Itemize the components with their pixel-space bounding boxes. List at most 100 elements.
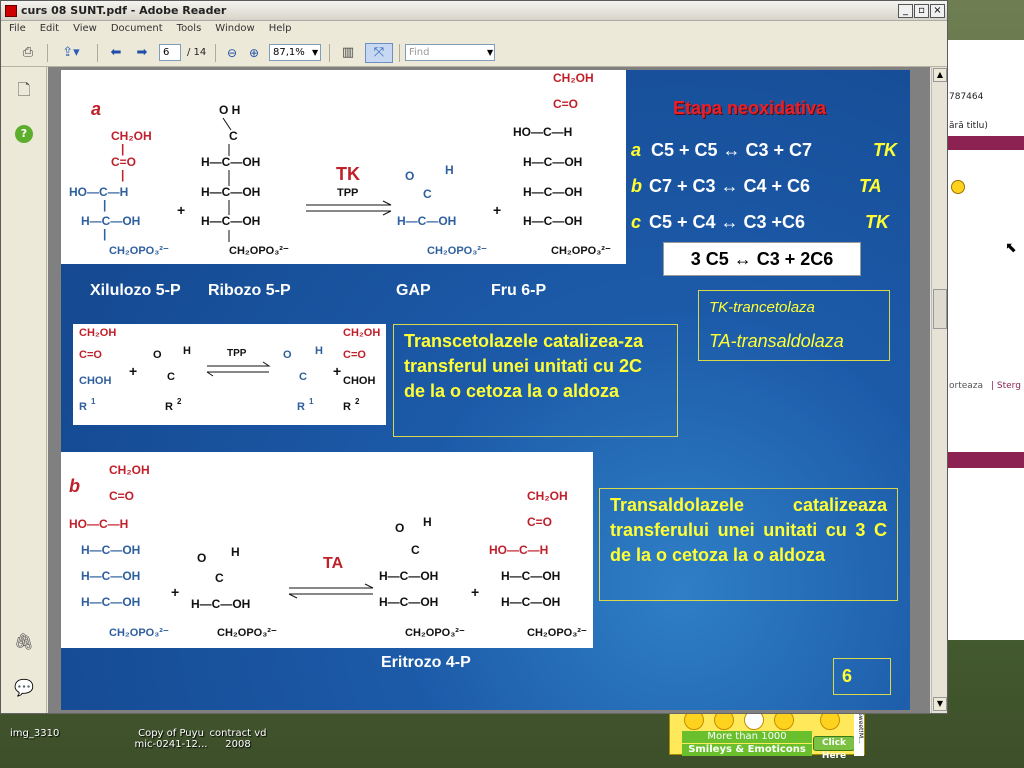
svg-text:H—C—OH: H—C—OH	[81, 543, 140, 557]
zoom-in-icon[interactable]: ⊕	[245, 43, 263, 63]
general-tk-diagram: CH₂OH C=O CHOH R 1 + O H C R 2 TPP O H C R…	[79, 327, 380, 413]
svg-text:H: H	[183, 345, 191, 357]
svg-text:C: C	[299, 371, 307, 383]
equation-enzyme: TA	[859, 176, 882, 196]
svg-text:C: C	[411, 543, 420, 557]
abbrev-tk: TK-trancetolaza	[709, 299, 815, 316]
desktop-icon-contract[interactable]: contract vd 2008	[208, 728, 268, 750]
page-number-box: 6	[833, 658, 891, 695]
menu-window[interactable]: Window	[207, 21, 260, 34]
svg-text:H—C—OH: H—C—OH	[523, 185, 582, 199]
panel-letter-a: a	[91, 99, 101, 119]
svg-text:C=O: C=O	[111, 155, 136, 169]
fit-page-icon[interactable]: ⤧	[365, 43, 393, 63]
choh-label: CHOH	[79, 375, 111, 387]
enzyme-ta-label: TA	[323, 555, 344, 572]
scroll-down-icon[interactable]: ▼	[933, 697, 947, 711]
fit-width-icon[interactable]: ▥	[337, 43, 359, 63]
zoom-out-icon[interactable]: ⊖	[223, 43, 241, 63]
window-title: curs 08 SUNT.pdf - Adobe Reader	[21, 4, 227, 17]
svg-text:O H: O H	[219, 103, 240, 117]
bg-header-strip	[947, 136, 1024, 150]
svg-text:2: 2	[355, 397, 360, 406]
scrollbar-thumb[interactable]	[933, 289, 947, 329]
toolbar-separator	[329, 44, 330, 62]
desktop-icon-copy-of-puyu[interactable]: Copy of Puyu mic-0241-12...	[132, 728, 210, 750]
svg-text:C: C	[423, 187, 432, 201]
svg-text:C: C	[229, 129, 238, 143]
smileys-ad-banner[interactable]: More than 1000 Smileys & Emoticons Click…	[669, 710, 865, 761]
svg-text:HO—C—H: HO—C—H	[69, 185, 128, 199]
svg-text:H—C—OH: H—C—OH	[379, 595, 438, 609]
svg-text:H: H	[231, 545, 240, 559]
ad-line-1: More than 1000	[682, 731, 812, 743]
svg-text:CH₂OPO₃²⁻: CH₂OPO₃²⁻	[217, 627, 277, 639]
restore-button[interactable]: ▫	[914, 4, 929, 18]
menu-view[interactable]: View	[65, 21, 103, 34]
fructose-6p-structure: CH₂OH C=O HO—C—H H—C—OH H—C—OH H—C—OH CH…	[513, 71, 611, 257]
equation-enzyme: TK	[873, 140, 897, 160]
abbrev-ta: TA-transaldolaza	[709, 331, 844, 351]
title-bar[interactable]: curs 08 SUNT.pdf - Adobe Reader _ ▫ ×	[1, 1, 947, 21]
ad-click-here-button[interactable]: Click Here	[813, 736, 855, 761]
svg-text:+: +	[493, 202, 501, 218]
menu-document[interactable]: Document	[103, 21, 169, 34]
background-browser-window[interactable]: 787464 ără titlu) orteaza | Sterg ⬉	[946, 40, 1024, 640]
menu-bar: File Edit View Document Tools Window Help	[1, 21, 947, 39]
ribose-structure: O H C H—C—OH H—C—OH H—C—OH CH₂OPO₃²⁻	[201, 103, 289, 257]
previous-page-icon[interactable]: ⬅	[105, 43, 127, 63]
menu-help[interactable]: Help	[261, 21, 298, 34]
svg-text:H—C—OH: H—C—OH	[201, 185, 260, 199]
equation-tag: b	[631, 176, 642, 196]
svg-text:H—C—OH: H—C—OH	[81, 569, 140, 583]
r1-label: R	[79, 401, 87, 413]
page-number-input[interactable]: 6	[159, 44, 181, 61]
help-icon[interactable]: ?	[15, 125, 33, 143]
menu-file[interactable]: File	[1, 21, 32, 34]
svg-text:CH₂OPO₃²⁻: CH₂OPO₃²⁻	[427, 245, 487, 257]
find-input[interactable]: Find	[405, 44, 495, 61]
equation-tag: a	[631, 140, 642, 160]
chevron-down-icon[interactable]: ▼	[487, 48, 493, 57]
svg-text:+: +	[177, 202, 185, 218]
next-page-icon[interactable]: ➡	[131, 43, 153, 63]
svg-text:HO—C—H: HO—C—H	[489, 543, 548, 557]
svg-text:CH₂OH: CH₂OH	[79, 327, 116, 339]
vertical-scrollbar[interactable]: ▲ ▼	[931, 67, 947, 713]
scroll-up-icon[interactable]: ▲	[933, 68, 947, 82]
svg-text:+: +	[333, 363, 341, 379]
label-fru: Fru 6-P	[491, 282, 547, 299]
svg-text:1: 1	[91, 397, 96, 406]
attachments-icon[interactable]: 🖇	[13, 631, 35, 653]
svg-text:H—C—OH: H—C—OH	[81, 214, 140, 228]
svg-text:O: O	[405, 169, 414, 183]
chevron-down-icon[interactable]: ▼	[312, 48, 318, 57]
bg-link[interactable]: orteaza	[949, 381, 983, 391]
pages-icon[interactable]: 🗋	[13, 79, 35, 101]
svg-text:H: H	[423, 515, 432, 529]
menu-edit[interactable]: Edit	[32, 21, 65, 34]
close-button[interactable]: ×	[930, 4, 945, 18]
cofactor-tpp-label: TPP	[337, 187, 358, 199]
desktop-icon-img[interactable]: img_3310	[10, 728, 59, 739]
svg-text:H: H	[315, 345, 323, 357]
navigation-panel: 🗋 ? 🖇 💬	[1, 67, 47, 713]
svg-text:CH₂OPO₃²⁻: CH₂OPO₃²⁻	[229, 245, 289, 257]
svg-text:R: R	[297, 401, 305, 413]
bg-link[interactable]: | Sterg	[991, 381, 1021, 391]
print-icon[interactable]: ⎙	[15, 43, 41, 63]
svg-text:C=O: C=O	[109, 489, 134, 503]
minimize-button[interactable]: _	[898, 4, 913, 18]
svg-text:CH₂OH: CH₂OH	[343, 327, 380, 339]
menu-tools[interactable]: Tools	[169, 21, 208, 34]
share-icon[interactable]: ⇪▾	[53, 43, 89, 63]
svg-text:|: |	[103, 198, 106, 212]
window-bottom-border	[1, 713, 947, 714]
comments-icon[interactable]: 💬	[13, 677, 35, 699]
svg-text:H—C—OH: H—C—OH	[523, 214, 582, 228]
toolbar-separator	[47, 44, 48, 62]
svg-text:O: O	[153, 349, 162, 361]
reaction-b-diagram: b CH₂OH C=O HO—C—H H—C—OH H—C—OH H—C—OH …	[69, 463, 587, 639]
svg-text:CH₂OPO₃²⁻: CH₂OPO₃²⁻	[109, 627, 169, 639]
svg-text:CH₂OH: CH₂OH	[109, 463, 150, 477]
